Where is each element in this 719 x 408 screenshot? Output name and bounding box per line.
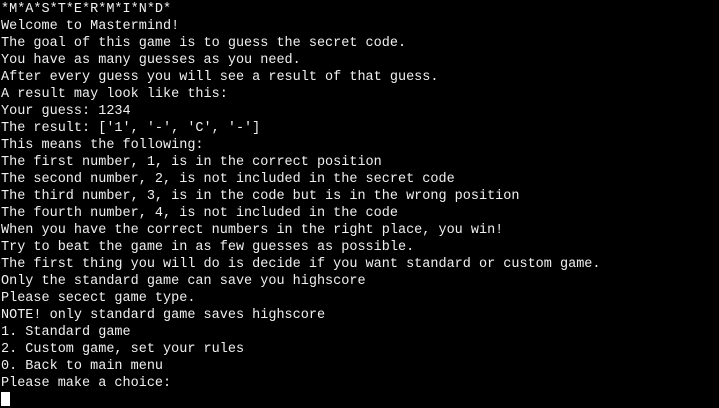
menu-option-standard: 1. Standard game xyxy=(1,325,131,340)
explanation-line: The first number, 1, is in the correct p… xyxy=(1,155,382,170)
instruction-line: The goal of this game is to guess the se… xyxy=(1,36,407,51)
example-guess: Your guess: 1234 xyxy=(1,104,131,119)
explanation-line: The third number, 3, is in the code but … xyxy=(1,189,520,204)
instruction-line: You have as many guesses as you need. xyxy=(1,53,301,68)
instruction-line: After every guess you will see a result … xyxy=(1,70,439,85)
choice-prompt: Please make a choice: xyxy=(1,376,172,391)
example-result: The result: ['1', '-', 'C', '-'] xyxy=(1,121,261,136)
instruction-line: Try to beat the game in as few guesses a… xyxy=(1,240,415,255)
terminal-window[interactable]: *M*A*S*T*E*R*M*I*N*D* Welcome to Masterm… xyxy=(0,0,719,408)
explanation-line: The fourth number, 4, is not included in… xyxy=(1,206,398,221)
menu-option-custom: 2. Custom game, set your rules xyxy=(1,342,245,357)
text-cursor xyxy=(1,392,10,406)
instruction-line: When you have the correct numbers in the… xyxy=(1,223,504,238)
instruction-line: This means the following: xyxy=(1,138,204,153)
instruction-line: The first thing you will do is decide if… xyxy=(1,257,601,272)
input-row[interactable] xyxy=(1,392,719,408)
instruction-line: Only the standard game can save you high… xyxy=(1,274,366,289)
title-banner: *M*A*S*T*E*R*M*I*N*D* xyxy=(1,2,172,17)
instruction-line: A result may look like this: xyxy=(1,87,228,102)
select-game-type-prompt: Please secect game type. xyxy=(1,291,196,306)
explanation-line: The second number, 2, is not included in… xyxy=(1,172,455,187)
menu-option-back: 0. Back to main menu xyxy=(1,359,164,374)
welcome-text: Welcome to Mastermind! xyxy=(1,19,180,34)
highscore-note: NOTE! only standard game saves highscore xyxy=(1,308,326,323)
